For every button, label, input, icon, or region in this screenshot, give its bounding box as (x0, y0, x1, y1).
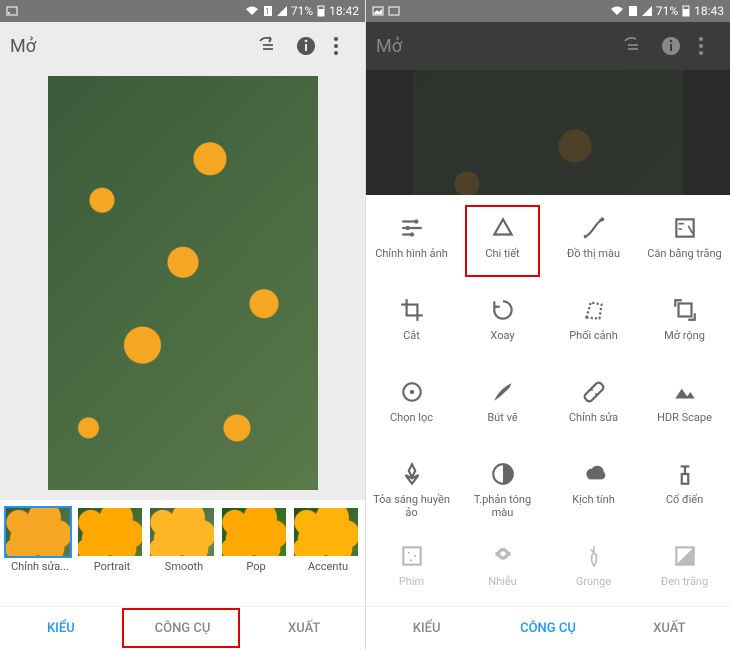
tool-vintage[interactable]: Cổ điển (639, 451, 730, 531)
overflow-menu-icon (698, 35, 720, 57)
tool-details[interactable]: Chi tiết (457, 205, 548, 285)
undo-stack-icon[interactable] (257, 35, 279, 57)
tool-selective[interactable]: Chọn lọc (366, 369, 457, 449)
svg-text:1: 1 (265, 7, 270, 16)
tool-hdr-scape[interactable]: HDR Scape (639, 369, 730, 449)
sim-icon (628, 6, 638, 16)
filter-thumb[interactable]: Portrait (78, 508, 146, 573)
sim-icon: 1 (263, 6, 273, 16)
right-screen: 71% 18:43 Mở Chỉnh hình ảnh (365, 0, 730, 650)
undo-stack-icon (622, 35, 644, 57)
open-button[interactable]: Mở (376, 36, 402, 57)
tab-styles[interactable]: KIỂU (0, 607, 122, 650)
wifi-icon (610, 6, 624, 16)
tool-white-balance[interactable]: Cân bằng trắng (639, 205, 730, 285)
tool-tune-image[interactable]: Chỉnh hình ảnh (366, 205, 457, 285)
tool-curves[interactable]: Đồ thị màu (548, 205, 639, 285)
tool-grainy-film[interactable]: Phim (366, 533, 457, 613)
clock: 18:43 (694, 4, 724, 18)
canvas-area[interactable] (0, 70, 365, 500)
status-bar: 71% 18:43 (366, 0, 730, 22)
overflow-menu-icon[interactable] (333, 35, 355, 57)
bottom-tabs: KIỂU CÔNG CỤ XUẤT (0, 606, 365, 650)
info-icon[interactable] (295, 35, 317, 57)
tools-sheet: Chỉnh hình ảnh Chi tiết Đồ thị màu Cân b… (366, 195, 730, 606)
tool-retrolux[interactable]: Nhiễu (457, 533, 548, 613)
picture-icon (372, 5, 384, 17)
tool-crop[interactable]: Cắt (366, 287, 457, 367)
tab-tools[interactable]: CÔNG CỤ (487, 607, 608, 650)
filter-thumb[interactable]: Accentu (294, 508, 362, 573)
filter-thumb[interactable]: Smooth (150, 508, 218, 573)
tool-expand[interactable]: Mở rộng (639, 287, 730, 367)
dim-image (366, 70, 730, 195)
main-image (48, 76, 318, 490)
tool-grunge[interactable]: Grunge (548, 533, 639, 613)
filter-thumb[interactable]: Chỉnh sửa... (6, 508, 74, 573)
screenshot-icon (6, 5, 18, 17)
tab-tools[interactable]: CÔNG CỤ (122, 607, 244, 650)
battery-icon (317, 5, 325, 17)
status-bar: 1 71% 18:42 (0, 0, 365, 22)
battery-icon (682, 5, 690, 17)
info-icon (660, 35, 682, 57)
toolbar: Mở (0, 22, 365, 70)
tab-export[interactable]: XUẤT (609, 607, 730, 650)
bottom-tabs: KIỂU CÔNG CỤ XUẤT (366, 606, 730, 650)
tool-perspective[interactable]: Phối cảnh (548, 287, 639, 367)
wifi-icon (245, 6, 259, 16)
signal-icon (642, 6, 652, 16)
open-button[interactable]: Mở (10, 36, 36, 57)
screenshot-icon (388, 5, 400, 17)
tool-brush[interactable]: Bút vẽ (457, 369, 548, 449)
filter-thumb[interactable]: Pop (222, 508, 290, 573)
tool-drama[interactable]: Kịch tính (548, 451, 639, 531)
tab-styles[interactable]: KIỂU (366, 607, 487, 650)
battery-pct: 71% (656, 4, 678, 18)
toolbar: Mở (366, 22, 730, 70)
tab-export[interactable]: XUẤT (243, 607, 365, 650)
tool-healing[interactable]: Chỉnh sửa (548, 369, 639, 449)
tool-rotate[interactable]: Xoay (457, 287, 548, 367)
tool-glamour-glow[interactable]: Tỏa sáng huyền ảo (366, 451, 457, 531)
tool-tonal-contrast[interactable]: T.phản tông màu (457, 451, 548, 531)
filter-strip[interactable]: Chỉnh sửa... Portrait Smooth Pop Accentu (0, 500, 365, 575)
tool-black-white[interactable]: Đen trắng (639, 533, 730, 613)
signal-icon (277, 6, 287, 16)
left-screen: 1 71% 18:42 Mở Chỉnh sửa... (0, 0, 365, 650)
clock: 18:42 (329, 4, 359, 18)
battery-pct: 71% (291, 4, 313, 18)
